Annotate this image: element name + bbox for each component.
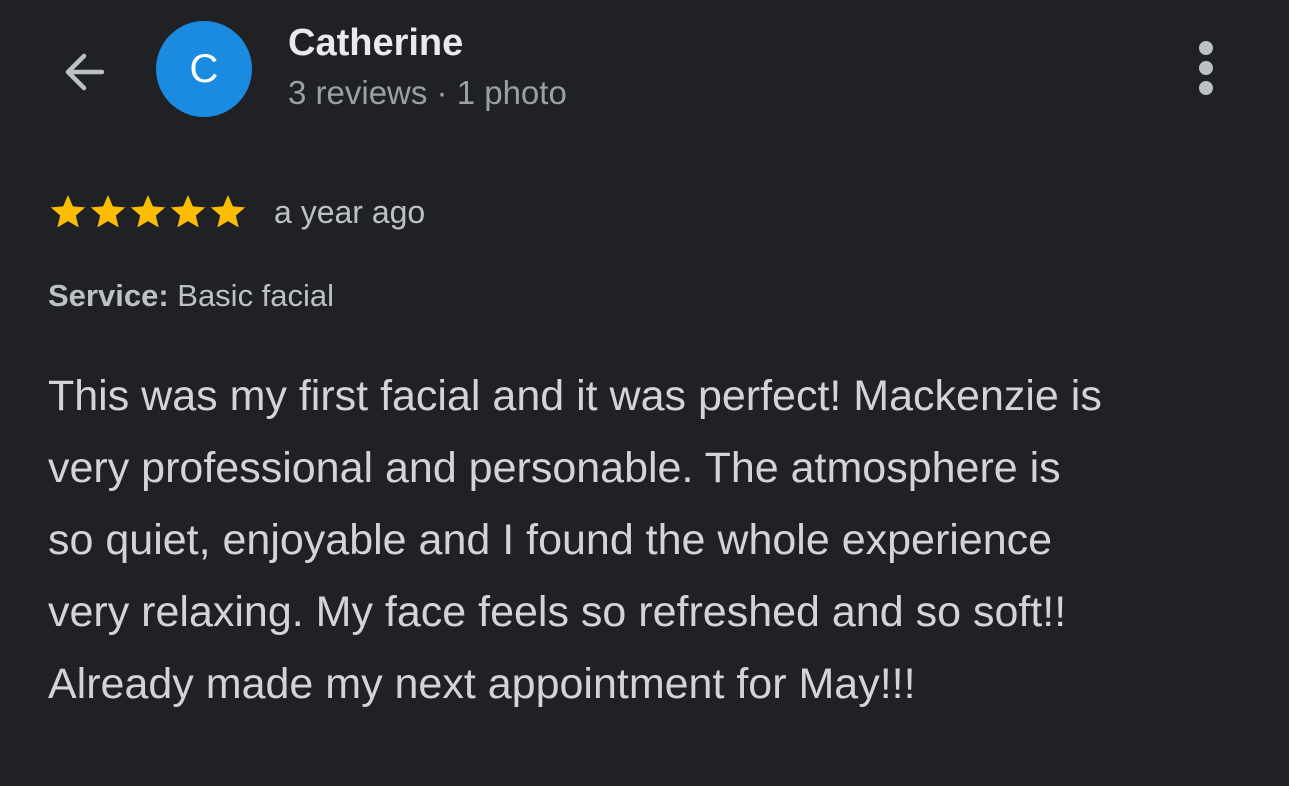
review-screen: C Catherine 3 reviews · 1 photo a year a… (0, 0, 1289, 786)
review-text-line: very professional and personable. The at… (48, 444, 1061, 492)
service-value: Basic facial (177, 278, 335, 313)
review-text: This was my first facial and it was perf… (48, 360, 1258, 720)
star-icon (210, 195, 246, 228)
service-info: Service: Basic facial (48, 278, 334, 314)
star-icon (50, 195, 86, 228)
more-vertical-icon (1199, 41, 1213, 95)
review-text-line: so quiet, enjoyable and I found the whol… (48, 516, 1053, 564)
arrow-left-icon (65, 53, 105, 91)
star-icon (130, 195, 166, 228)
avatar[interactable]: C (156, 21, 252, 117)
back-button[interactable] (52, 40, 116, 104)
review-text-line: very relaxing. My face feels so refreshe… (48, 588, 1067, 636)
star-icon (90, 195, 126, 228)
star-icon (170, 195, 206, 228)
avatar-initial: C (189, 46, 219, 91)
service-label: Service: (48, 278, 169, 313)
reviewer-name[interactable]: Catherine (288, 22, 463, 65)
more-options-button[interactable] (1176, 36, 1236, 100)
rating-row: a year ago (48, 190, 425, 234)
review-time: a year ago (274, 193, 426, 230)
review-text-line: Already made my next appointment for May… (48, 660, 916, 708)
reviewer-stats: 3 reviews · 1 photo (288, 74, 567, 111)
review-text-line: This was my first facial and it was perf… (48, 372, 1102, 420)
star-rating (48, 192, 248, 232)
